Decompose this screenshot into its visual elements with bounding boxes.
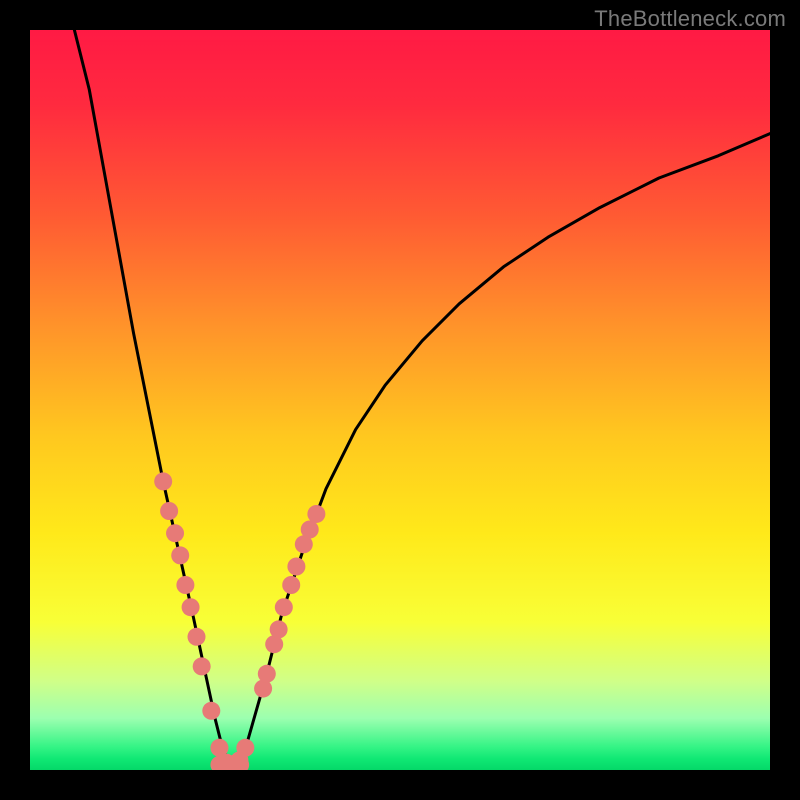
chart-svg bbox=[30, 30, 770, 770]
chart-frame: TheBottleneck.com bbox=[0, 0, 800, 800]
data-marker bbox=[275, 598, 293, 616]
data-marker bbox=[270, 620, 288, 638]
data-marker bbox=[182, 598, 200, 616]
watermark-text: TheBottleneck.com bbox=[594, 6, 786, 32]
data-marker bbox=[193, 657, 211, 675]
data-marker bbox=[188, 628, 206, 646]
data-marker bbox=[307, 505, 325, 523]
plot-area bbox=[30, 30, 770, 770]
data-marker bbox=[166, 524, 184, 542]
data-marker bbox=[287, 558, 305, 576]
data-marker bbox=[171, 546, 189, 564]
data-marker bbox=[202, 702, 220, 720]
data-marker bbox=[176, 576, 194, 594]
data-marker bbox=[160, 502, 178, 520]
data-marker bbox=[236, 739, 254, 757]
gradient-background bbox=[30, 30, 770, 770]
data-marker bbox=[154, 472, 172, 490]
data-marker bbox=[301, 521, 319, 539]
data-marker bbox=[282, 576, 300, 594]
data-marker bbox=[258, 665, 276, 683]
